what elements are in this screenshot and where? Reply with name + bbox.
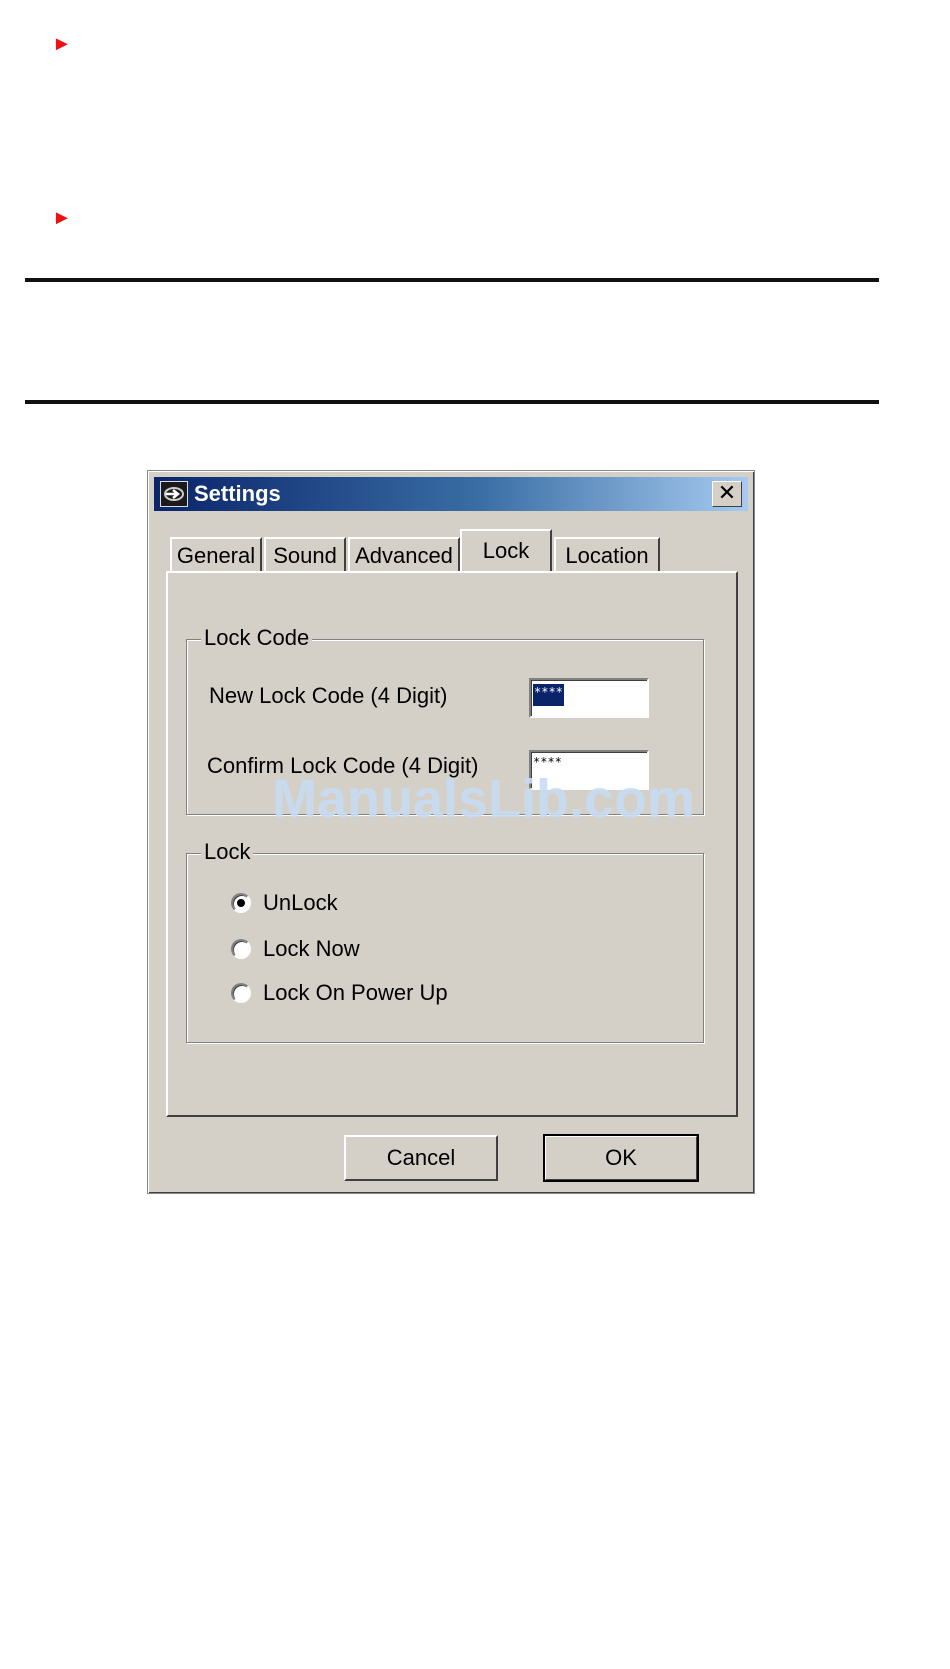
cancel-button[interactable]: Cancel <box>344 1135 498 1181</box>
radio-selected-dot <box>237 899 245 907</box>
new-lock-code-value: **** <box>533 684 564 706</box>
ok-button[interactable]: OK <box>543 1134 699 1182</box>
tab-label: Sound <box>273 543 337 568</box>
confirm-lock-code-value: **** <box>533 755 562 769</box>
divider-line <box>25 278 879 282</box>
radio-button[interactable] <box>231 983 251 1003</box>
new-lock-code-label: New Lock Code (4 Digit) <box>209 683 448 708</box>
radio-label: Lock Now <box>263 936 360 961</box>
watermark: ManualsLib.com <box>272 769 696 829</box>
lock-group: Lock UnLock Lock Now Lock On Power Up <box>186 840 704 1043</box>
tab-sound[interactable]: Sound <box>264 537 346 573</box>
tab-label: General <box>176 543 256 568</box>
tab-advanced[interactable]: Advanced <box>348 537 460 573</box>
tab-panel-lock: Lock Code New Lock Code (4 Digit) **** C… <box>166 571 738 1117</box>
tab-label: Location <box>565 543 649 568</box>
tab-label: Advanced <box>355 543 453 568</box>
divider-line <box>25 400 879 404</box>
tab-label: Lock <box>482 538 530 563</box>
close-icon: ✕ <box>717 480 737 505</box>
lock-group-label: Lock <box>201 840 254 864</box>
radio-button[interactable] <box>231 939 251 959</box>
radio-label: Lock On Power Up <box>263 980 448 1005</box>
radio-button[interactable] <box>231 893 251 913</box>
app-settings-icon <box>160 481 188 507</box>
new-lock-code-field[interactable]: **** <box>529 678 649 718</box>
tab-location[interactable]: Location <box>554 537 660 573</box>
title-bar[interactable]: Settings ✕ <box>154 477 748 511</box>
tab-general[interactable]: General <box>170 537 262 573</box>
tab-lock[interactable]: Lock <box>460 529 552 571</box>
bullet-arrow-icon: ► <box>52 33 72 55</box>
settings-dialog: Settings ✕ General Sound Advanced Lock L… <box>147 470 755 1194</box>
dialog-title: Settings <box>194 481 281 506</box>
lock-code-group-label: Lock Code <box>201 626 313 650</box>
bullet-arrow-icon: ► <box>52 207 72 229</box>
radio-label: UnLock <box>263 890 338 915</box>
close-button[interactable]: ✕ <box>712 481 742 507</box>
